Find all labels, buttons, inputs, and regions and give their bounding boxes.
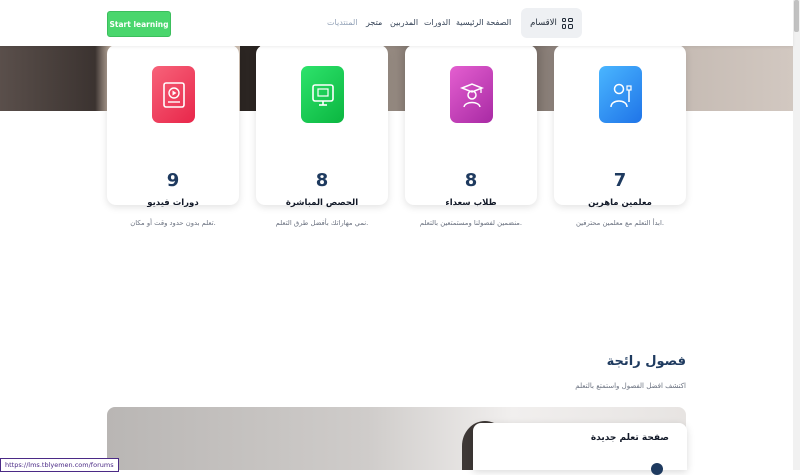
stat-description: نمي مهاراتك بأفضل طرق التعلم. bbox=[275, 219, 369, 227]
stat-title: معلمين ماهرين bbox=[588, 198, 652, 208]
categories-label: الاقسام bbox=[530, 18, 557, 28]
nav-store[interactable]: متجر bbox=[366, 18, 382, 27]
stat-title: الحصص المباشرة bbox=[285, 198, 359, 208]
nav-forums[interactable]: المنتديات bbox=[327, 18, 358, 27]
stat-card-live-classes: 8 الحصص المباشرة نمي مهاراتك بأفضل طرق ا… bbox=[256, 45, 388, 227]
stat-number: 8 bbox=[315, 170, 329, 191]
nav-home[interactable]: الصفحة الرئيسية bbox=[456, 18, 511, 27]
stat-card-video-courses: 9 دورات فيديو تعلم بدون حدود وقت أو مكان… bbox=[107, 45, 239, 227]
nav-courses[interactable]: الدورات bbox=[424, 18, 450, 27]
avatar bbox=[651, 463, 663, 475]
stat-description: تعلم بدون حدود وقت أو مكان. bbox=[130, 219, 216, 227]
stat-number: 7 bbox=[613, 170, 627, 191]
stat-title: دورات فيديو bbox=[147, 198, 199, 208]
stat-number: 8 bbox=[464, 170, 478, 191]
live-class-icon bbox=[301, 66, 344, 123]
start-learning-button[interactable]: Start learning bbox=[107, 11, 171, 37]
teacher-icon bbox=[599, 66, 642, 123]
scrollbar-thumb[interactable] bbox=[794, 0, 799, 32]
stat-title: طلاب سعداء bbox=[445, 198, 497, 208]
stat-card-happy-students: 8 طلاب سعداء منضمين لفصولنا ومستمتعين با… bbox=[405, 45, 537, 227]
class-card[interactable]: صفحة تعلم جديدة bbox=[473, 423, 687, 475]
stat-description: منضمين لفصولنا ومستمتعين بالتعلم. bbox=[419, 219, 523, 227]
graduate-icon bbox=[450, 66, 493, 123]
stat-card-skilled-teachers: 7 معلمين ماهرين ابدأ التعلم مع معلمين مح… bbox=[554, 45, 686, 227]
video-course-icon bbox=[152, 66, 195, 123]
page-scrollbar[interactable] bbox=[793, 0, 800, 470]
nav-instructors[interactable]: المدربين bbox=[390, 18, 418, 27]
grid-icon bbox=[561, 17, 573, 29]
section-title: فصول رائجة bbox=[606, 354, 686, 369]
stat-description: ابدأ التعلم مع معلمين محترفين. bbox=[576, 219, 664, 227]
categories-button[interactable]: الاقسام bbox=[521, 8, 582, 38]
section-subtitle: اكتشف افضل الفصول واستمتع بالتعلم bbox=[575, 382, 686, 390]
class-card-title: صفحة تعلم جديدة bbox=[590, 433, 669, 443]
stat-number: 9 bbox=[166, 170, 180, 191]
top-navbar: Start learning المنتديات متجر المدربين ا… bbox=[0, 0, 793, 46]
